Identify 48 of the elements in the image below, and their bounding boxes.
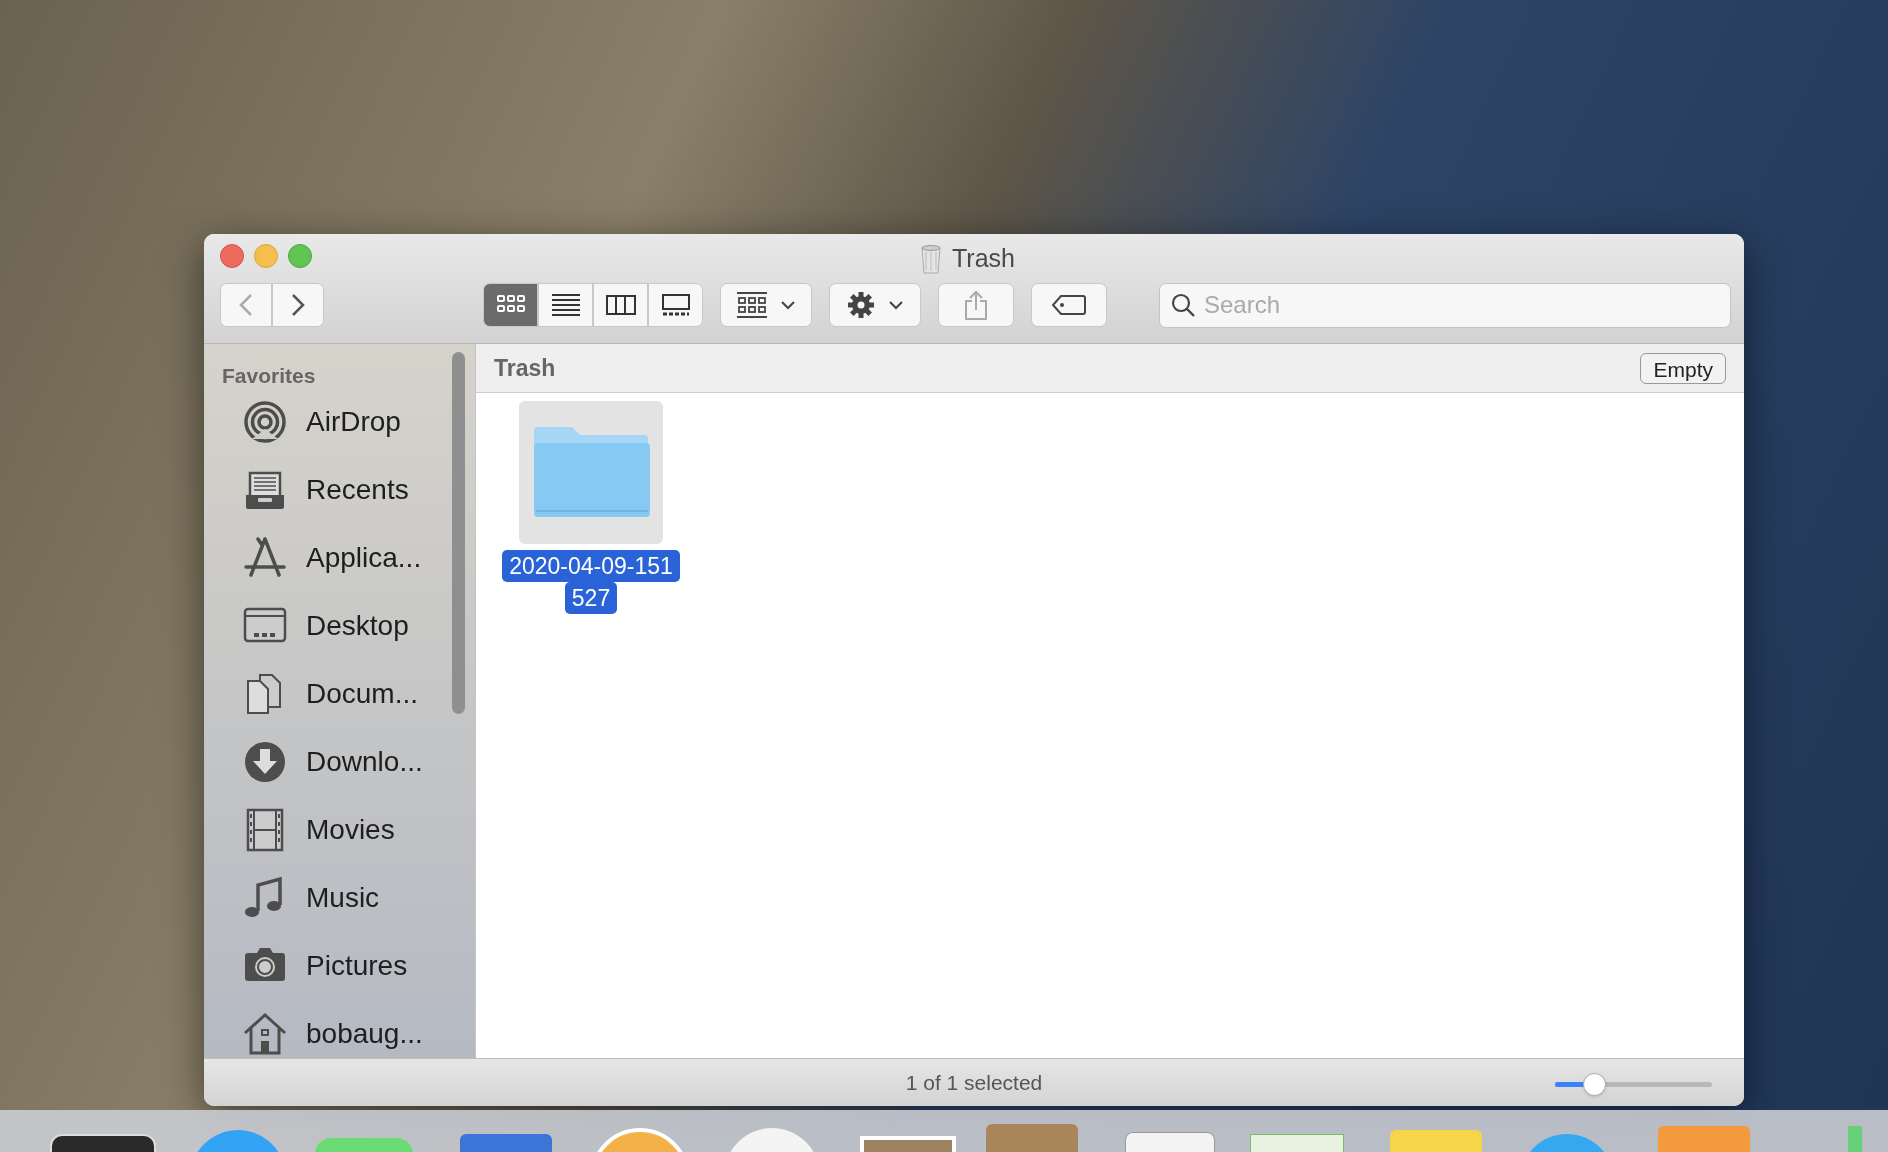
tag-icon: [1051, 294, 1087, 316]
airdrop-icon: [242, 399, 288, 445]
status-text: 1 of 1 selected: [905, 1069, 1043, 1096]
sidebar-item[interactable]: Desktop: [306, 605, 409, 647]
chevron-right-icon: [291, 293, 305, 317]
gear-icon: [847, 291, 875, 319]
grid-icon: [737, 292, 767, 318]
empty-button[interactable]: Empty: [1640, 352, 1726, 384]
view-mode-button[interactable]: [648, 283, 703, 327]
list-icon: [549, 292, 582, 318]
caret-icon: [889, 300, 903, 310]
download-icon: [242, 739, 288, 785]
file-name: 2020-04-09-151: [502, 550, 680, 582]
view-mode-button[interactable]: [538, 283, 593, 327]
sidebar-item[interactable]: AirDrop: [306, 401, 401, 443]
folder-icon[interactable]: [519, 401, 663, 544]
view-mode-button[interactable]: [593, 283, 648, 327]
sidebar-item[interactable]: Downlo...: [306, 741, 423, 783]
sidebar-item[interactable]: Applica...: [306, 537, 422, 579]
window-title: Trash: [952, 243, 1015, 274]
sidebar-item[interactable]: Music: [306, 877, 380, 919]
group-button[interactable]: [720, 283, 812, 327]
chevron-left-icon: [239, 293, 253, 317]
file-name: 527: [564, 582, 618, 614]
close-button[interactable]: [220, 244, 244, 268]
tag-button[interactable]: [1031, 283, 1107, 327]
caret-icon: [781, 300, 795, 310]
share-button[interactable]: [938, 283, 1014, 327]
slider-thumb[interactable]: [1583, 1072, 1607, 1096]
sidebar-heading: Favorites: [222, 363, 317, 388]
zoom-button[interactable]: [288, 244, 312, 268]
sidebar-item[interactable]: bobaug...: [306, 1013, 423, 1055]
sidebar-item[interactable]: Movies: [306, 809, 395, 851]
sidebar-item[interactable]: Docum...: [306, 673, 419, 715]
folder-title: Trash: [494, 353, 556, 383]
search-icon: [1170, 292, 1196, 318]
sidebar-item[interactable]: Pictures: [306, 945, 408, 987]
gallery-icon: [659, 292, 692, 318]
trash-icon: [920, 243, 942, 274]
zoom-slider[interactable]: [1555, 1072, 1712, 1096]
minimize-button[interactable]: [254, 244, 278, 268]
columns-icon: [604, 292, 637, 318]
action-button[interactable]: [829, 283, 921, 327]
sidebar-item[interactable]: Recents: [306, 469, 409, 511]
house-icon: [242, 1011, 288, 1057]
forward-button[interactable]: [272, 283, 324, 327]
view-mode-button[interactable]: [483, 283, 538, 327]
share-icon: [964, 290, 988, 320]
